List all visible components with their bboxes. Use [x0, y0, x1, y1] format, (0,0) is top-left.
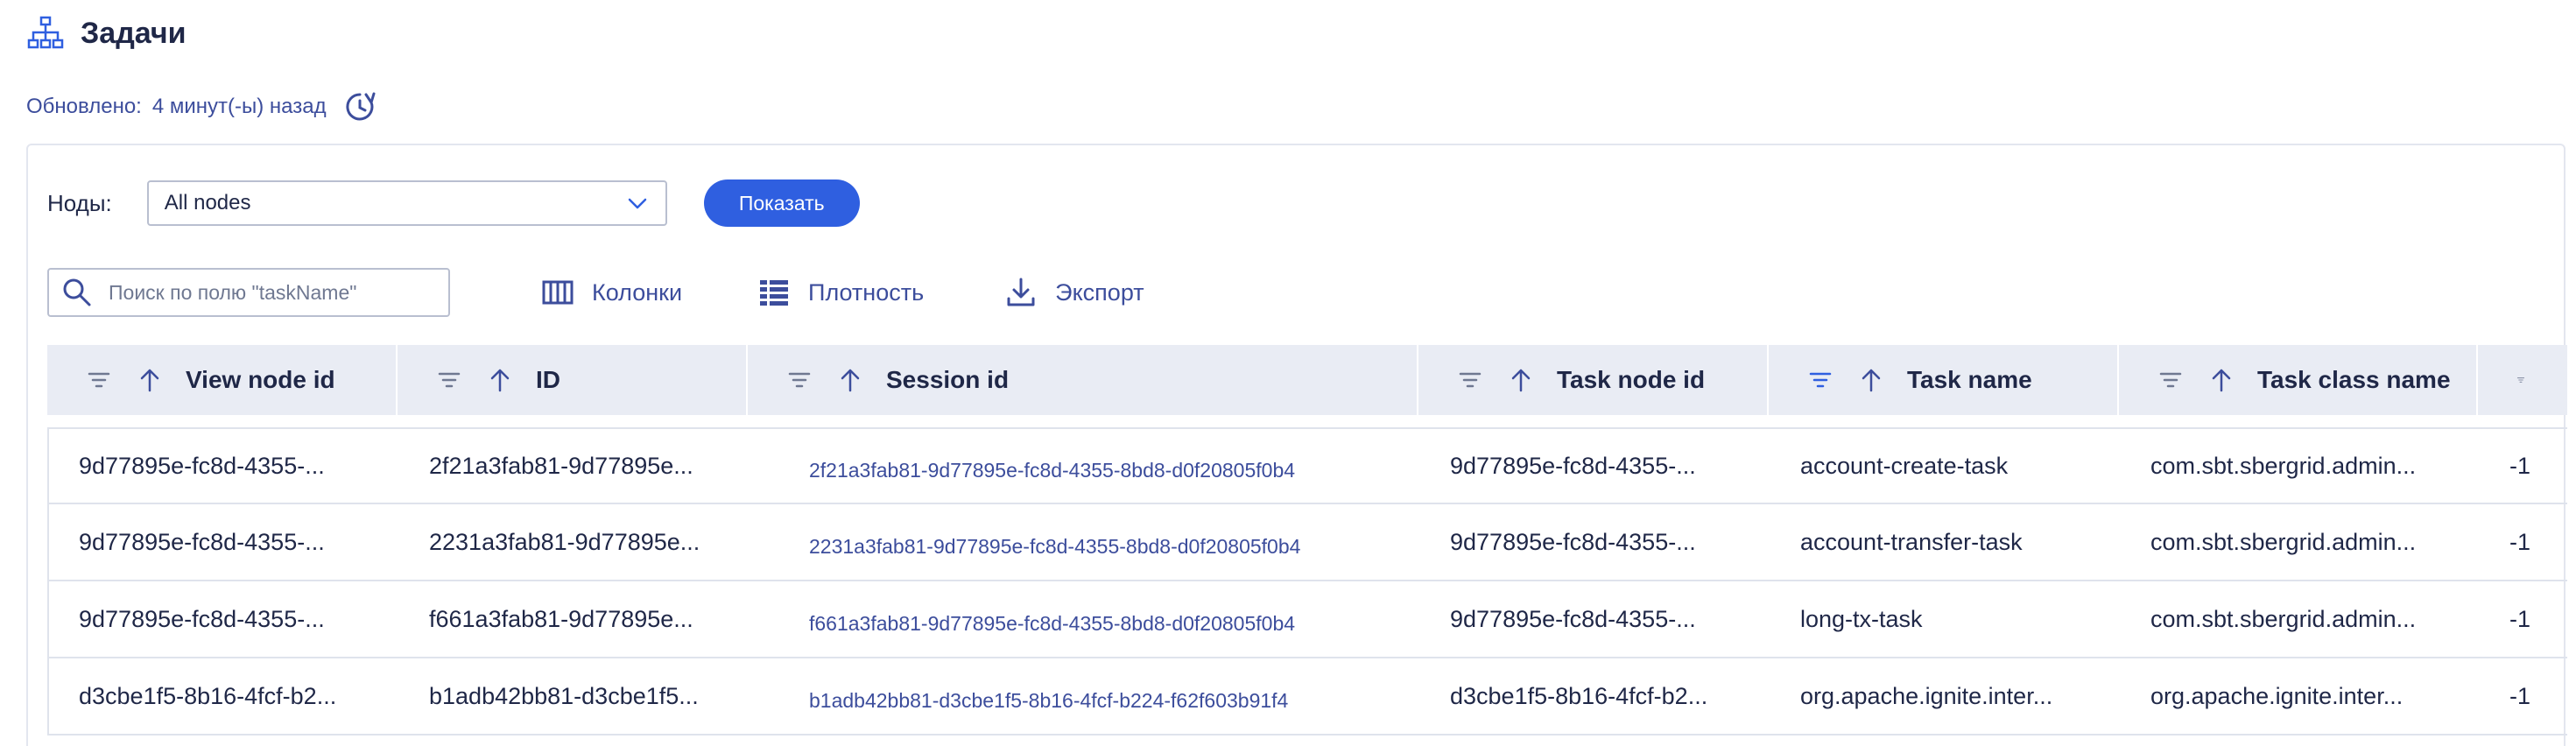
cell-task-class-name: com.sbt.sbergrid.admin... — [2150, 605, 2417, 632]
column-title: Session id — [886, 366, 1010, 393]
cell-view-node-id: 9d77895e-fc8d-4355-... — [79, 452, 325, 479]
sort-arrow-up-icon[interactable] — [137, 367, 163, 393]
column-title: View node id — [186, 366, 335, 393]
column-header-view-node-id[interactable]: View node id — [47, 345, 398, 415]
nodes-select-value: All nodes — [164, 191, 251, 215]
cell-id: 2231a3fab81-9d77895e... — [429, 528, 700, 555]
cell-session-id-link[interactable]: 2f21a3fab81-9d77895e-fc8d-4355-8bd8-d0f2… — [750, 429, 1420, 503]
column-title: ID — [536, 366, 560, 393]
cell-view-node-id: d3cbe1f5-8b16-4fcf-b2... — [79, 682, 337, 709]
show-button[interactable]: Показать — [703, 179, 860, 227]
sort-arrow-up-icon[interactable] — [837, 367, 863, 393]
cell-id: f661a3fab81-9d77895e... — [429, 605, 693, 632]
filter-icon[interactable] — [786, 367, 813, 393]
column-title: Task name — [1907, 366, 2032, 393]
cell-task-node-id: d3cbe1f5-8b16-4fcf-b2... — [1450, 682, 1708, 709]
search-input[interactable] — [107, 279, 426, 306]
cell-view-node-id: 9d77895e-fc8d-4355-... — [79, 528, 325, 555]
table-row[interactable]: 9d77895e-fc8d-4355-... 2231a3fab81-9d778… — [49, 504, 2567, 581]
table-row[interactable]: d3cbe1f5-8b16-4fcf-b2... b1adb42bb81-d3c… — [49, 658, 2567, 735]
filter-icon[interactable] — [1457, 367, 1483, 393]
download-icon — [1007, 278, 1035, 306]
page-title: Задачи — [81, 16, 187, 50]
column-header-task-node-id[interactable]: Task node id — [1418, 345, 1769, 415]
filter-active-icon[interactable] — [1807, 367, 1833, 393]
sitemap-icon — [27, 16, 64, 49]
export-label: Экспорт — [1055, 278, 1144, 306]
cell-task-node-id: 9d77895e-fc8d-4355-... — [1450, 605, 1696, 632]
column-title: Task node id — [1557, 366, 1706, 393]
cell-id: b1adb42bb81-d3cbe1f5... — [429, 682, 699, 709]
tasks-table: View node id ID Session id Task node id — [47, 345, 2567, 735]
export-button[interactable]: Экспорт — [1004, 276, 1144, 309]
cell-session-id-link[interactable]: 2231a3fab81-9d77895e-fc8d-4355-8bd8-d0f2… — [750, 504, 1420, 580]
nodes-select[interactable]: All nodes — [146, 180, 667, 226]
column-title: Task class name — [2257, 366, 2451, 393]
filter-icon[interactable] — [2516, 367, 2525, 393]
nodes-label: Ноды: — [47, 189, 112, 216]
table-body: 9d77895e-fc8d-4355-... 2f21a3fab81-9d778… — [47, 427, 2567, 735]
filter-icon[interactable] — [86, 367, 112, 393]
filter-icon[interactable] — [436, 367, 462, 393]
table-row[interactable]: 9d77895e-fc8d-4355-... 2f21a3fab81-9d778… — [49, 427, 2567, 504]
density-icon — [760, 280, 789, 306]
cell-session-id-link[interactable]: f661a3fab81-9d77895e-fc8d-4355-8bd8-d0f2… — [750, 581, 1420, 657]
columns-button[interactable]: Колонки — [541, 276, 682, 309]
sort-arrow-up-icon[interactable] — [1858, 367, 1884, 393]
columns-icon — [542, 280, 574, 305]
table-header: View node id ID Session id Task node id — [47, 345, 2567, 415]
columns-label: Колонки — [592, 278, 683, 306]
cell-task-class-name: com.sbt.sbergrid.admin... — [2150, 452, 2417, 479]
sort-arrow-up-icon[interactable] — [1508, 367, 1534, 393]
cell-next: -1 — [2509, 528, 2531, 555]
updated-label: Обновлено: — [26, 95, 142, 118]
cell-task-name: long-tx-task — [1800, 605, 1923, 632]
column-header-session-id[interactable]: Session id — [748, 345, 1418, 415]
density-label: Плотность — [808, 278, 925, 306]
tasks-panel: Ноды: All nodes Показать Поиск по полю "… — [26, 144, 2567, 746]
cell-task-name: account-create-task — [1800, 452, 2009, 479]
density-button[interactable]: Плотность — [757, 276, 924, 309]
search-icon — [63, 278, 91, 306]
cell-task-node-id: 9d77895e-fc8d-4355-... — [1450, 528, 1696, 555]
column-header-next[interactable] — [2478, 345, 2550, 415]
updated-value: 4 минут(-ы) назад — [151, 95, 327, 118]
column-header-task-name[interactable]: Task name — [1769, 345, 2119, 415]
filter-icon[interactable] — [2157, 367, 2184, 393]
cell-task-node-id: 9d77895e-fc8d-4355-... — [1450, 452, 1696, 479]
cell-view-node-id: 9d77895e-fc8d-4355-... — [79, 605, 325, 632]
column-header-task-class-name[interactable]: Task class name — [2119, 345, 2478, 415]
sort-arrow-up-icon[interactable] — [487, 367, 513, 393]
cell-task-name: account-transfer-task — [1800, 528, 2023, 555]
cell-next: -1 — [2509, 682, 2531, 709]
cell-session-id-link[interactable]: b1adb42bb81-d3cbe1f5-8b16-4fcf-b224-f62f… — [750, 658, 1420, 734]
table-row[interactable]: 9d77895e-fc8d-4355-... f661a3fab81-9d778… — [49, 581, 2567, 658]
sort-arrow-up-icon[interactable] — [2208, 367, 2235, 393]
column-header-id[interactable]: ID — [398, 345, 748, 415]
cell-task-name: org.apache.ignite.inter... — [1800, 682, 2053, 709]
page-header: Задачи — [26, 9, 187, 58]
tasks-page: Задачи Обновлено: 4 минут(-ы) назад Ноды… — [0, 0, 2576, 746]
refresh-clock-icon[interactable] — [342, 89, 377, 124]
nodes-filter-row: Ноды: All nodes Показать — [47, 179, 860, 228]
cell-task-class-name: com.sbt.sbergrid.admin... — [2150, 528, 2417, 555]
cell-id: 2f21a3fab81-9d77895e... — [429, 452, 693, 479]
last-updated: Обновлено: 4 минут(-ы) назад — [26, 88, 377, 126]
cell-task-class-name: org.apache.ignite.inter... — [2150, 682, 2404, 709]
search-box[interactable] — [47, 268, 450, 317]
chevron-down-icon — [628, 198, 646, 209]
table-toolbar: Колонки Плотность Экспорт — [47, 268, 1144, 317]
cell-next: -1 — [2509, 605, 2531, 632]
cell-next: -1 — [2509, 452, 2531, 479]
